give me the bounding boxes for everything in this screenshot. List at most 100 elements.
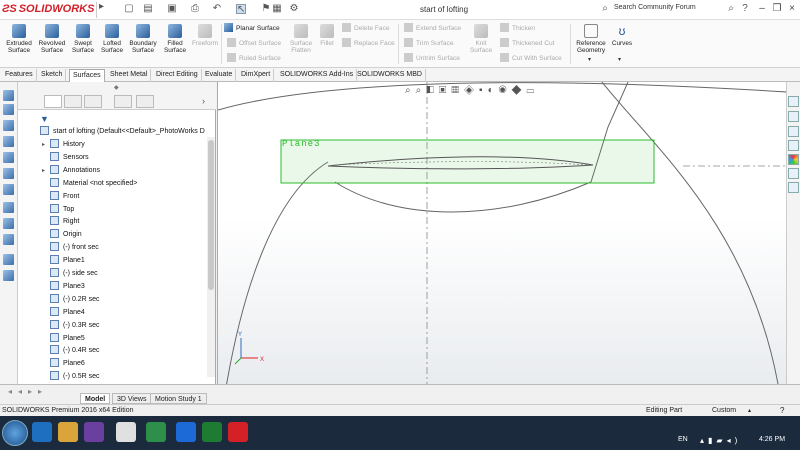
custom-properties-icon[interactable] <box>788 168 799 179</box>
tab-solidworks-mbd[interactable]: SOLIDWORKS MBD <box>354 69 426 82</box>
appearances-icon[interactable] <box>788 154 799 165</box>
menu-expand-icon[interactable]: ▸ <box>96 2 106 18</box>
reference-geometry-button[interactable]: Reference Geometry <box>573 24 609 54</box>
tree-node[interactable]: Right <box>42 215 79 228</box>
language-indicator[interactable]: EN <box>678 436 688 443</box>
tree-node[interactable]: (-) front sec <box>42 241 99 254</box>
tree-node[interactable]: Sensors <box>42 151 89 164</box>
tab-sheet-metal[interactable]: Sheet Metal <box>107 69 152 82</box>
toolbar-tool-3-icon[interactable] <box>3 120 14 131</box>
fillet-button[interactable]: Fillet <box>316 24 338 47</box>
curves-dropdown-icon[interactable]: ▾ <box>618 56 621 63</box>
select-icon[interactable]: ↖ <box>236 4 246 15</box>
tree-node[interactable]: ▸ Annotations <box>42 164 100 177</box>
help-icon[interactable]: ? <box>740 4 750 14</box>
boundary-surface-button[interactable]: Boundary Surface <box>126 24 160 54</box>
tab-motion-study-1[interactable]: Motion Study 1 <box>150 393 207 404</box>
app-icon[interactable] <box>146 422 166 442</box>
media-icon[interactable] <box>84 422 104 442</box>
window-controls[interactable]: ▫▫▪ <box>736 82 759 84</box>
chevron-right-icon[interactable]: › <box>202 96 205 106</box>
display-manager-tab-icon[interactable] <box>136 95 154 108</box>
new-icon[interactable]: ▢ <box>124 4 134 14</box>
toolbar-tool-10-icon[interactable] <box>3 234 14 245</box>
restore-button[interactable]: ❐ <box>770 3 784 15</box>
toolbar-tool-1-icon[interactable] <box>3 90 14 101</box>
filled-surface-button[interactable]: Filled Surface <box>158 24 192 54</box>
toolbar-tool-4-icon[interactable] <box>3 136 14 147</box>
chrome-icon[interactable] <box>116 422 136 442</box>
solidworks-taskbar-icon[interactable] <box>228 422 248 442</box>
tree-node[interactable]: ▸ History <box>42 138 85 151</box>
tray-icons[interactable]: ▴▮▰◂) <box>700 436 741 445</box>
rebuild-icon[interactable]: ⚑ <box>261 4 271 14</box>
open-icon[interactable]: ▤ <box>143 4 153 14</box>
tree-node[interactable]: Plane4 <box>42 306 85 319</box>
resources-icon[interactable] <box>788 111 799 122</box>
tree-node[interactable]: (-) 0.5R sec <box>42 370 100 383</box>
knit-surface-button[interactable]: Knit Surface <box>466 24 496 54</box>
tree-node[interactable]: Top <box>42 203 74 216</box>
plane3-rectangle[interactable] <box>280 139 655 184</box>
close-button[interactable]: × <box>785 3 799 15</box>
clock[interactable]: 4:26 PM <box>752 436 792 443</box>
curves-button[interactable]: ʊ Curves <box>610 24 634 47</box>
replace-face-button[interactable]: Replace Face <box>342 38 395 50</box>
tab-3d-views[interactable]: 3D Views <box>112 393 152 404</box>
tree-node[interactable]: (-) 0.3R sec <box>42 319 100 332</box>
tree-node[interactable]: Plane3 <box>42 280 85 293</box>
tree-root[interactable]: start of lofting (Default<<Default>_Phot… <box>40 125 205 138</box>
search-input[interactable]: Search Community Forum <box>614 4 724 11</box>
tree-node[interactable]: (-) side sec <box>42 267 98 280</box>
toolbar-tool-2-icon[interactable] <box>3 104 14 115</box>
revolved-surface-button[interactable]: Revolved Surface <box>35 24 69 54</box>
excel-icon[interactable] <box>202 422 222 442</box>
design-library-icon[interactable] <box>788 126 799 137</box>
ruled-surface-button[interactable]: Ruled Surface <box>227 53 281 65</box>
tree-scrollbar-thumb[interactable] <box>208 140 214 290</box>
dimxpert-manager-tab-icon[interactable] <box>114 95 132 108</box>
tree-node[interactable]: Material <not specified> <box>42 177 137 190</box>
start-button[interactable] <box>2 420 28 446</box>
untrim-surface-button[interactable]: Untrim Surface <box>404 53 460 65</box>
feature-manager-tab-icon[interactable] <box>44 95 62 108</box>
cut-with-surface-button[interactable]: Cut With Surface <box>500 53 562 65</box>
offset-surface-button[interactable]: Offset Surface <box>227 38 281 50</box>
tab-solidworks-add-ins[interactable]: SOLIDWORKS Add-Ins <box>277 69 358 82</box>
folder-icon[interactable] <box>58 422 78 442</box>
toolbar-tool-5-icon[interactable] <box>3 152 14 163</box>
thicken-button[interactable]: Thicken <box>500 23 535 35</box>
tree-node[interactable]: Plane1 <box>42 254 85 267</box>
toolbar-tool-7-icon[interactable] <box>3 184 14 195</box>
tab-surfaces[interactable]: Surfaces <box>69 69 105 82</box>
options-icon[interactable]: ⚙ <box>289 4 299 14</box>
toolbar-tool-11-icon[interactable] <box>3 254 14 265</box>
property-manager-tab-icon[interactable] <box>64 95 82 108</box>
toolbar-tool-12-icon[interactable] <box>3 270 14 281</box>
navigation-arrows-icon[interactable]: ◂◂▸▸ <box>8 387 48 396</box>
toolbar-tool-6-icon[interactable] <box>3 168 14 179</box>
tab-features[interactable]: Features <box>2 69 37 82</box>
search-icon[interactable]: ⌕ <box>726 4 736 14</box>
panel-handle-icon[interactable]: ◆ <box>114 84 119 91</box>
solidworks-logo[interactable]: ƧS SOLIDWORKS <box>2 3 94 15</box>
minimize-button[interactable]: – <box>755 3 769 15</box>
freeform-button[interactable]: Freeform <box>188 24 222 47</box>
filter-icon[interactable]: ▼ <box>40 114 49 124</box>
print-icon[interactable]: ⎙ <box>190 4 200 14</box>
file-explorer-icon[interactable] <box>788 140 799 151</box>
extruded-surface-button[interactable]: Extruded Surface <box>2 24 36 54</box>
tree-node[interactable]: Origin <box>42 228 82 241</box>
home-icon[interactable] <box>788 96 799 107</box>
toolbar-tool-9-icon[interactable] <box>3 218 14 229</box>
delete-face-button[interactable]: Delete Face <box>342 23 390 35</box>
heads-up-view-toolbar[interactable]: ⌕⌕◧▣▦◈▪◐◉◆▭ <box>405 85 539 97</box>
planar-surface-button[interactable]: Planar Surface <box>224 23 280 35</box>
tab-model[interactable]: Model <box>80 393 111 404</box>
surface-flatten-button[interactable]: Surface Flatten <box>286 24 316 54</box>
tab-direct-editing[interactable]: Direct Editing <box>153 69 202 82</box>
reference-geometry-dropdown-icon[interactable]: ▾ <box>588 56 591 63</box>
tree-node[interactable]: Plane5 <box>42 332 85 345</box>
file-properties-icon[interactable]: ▦ <box>272 4 282 14</box>
configuration-manager-tab-icon[interactable] <box>84 95 102 108</box>
